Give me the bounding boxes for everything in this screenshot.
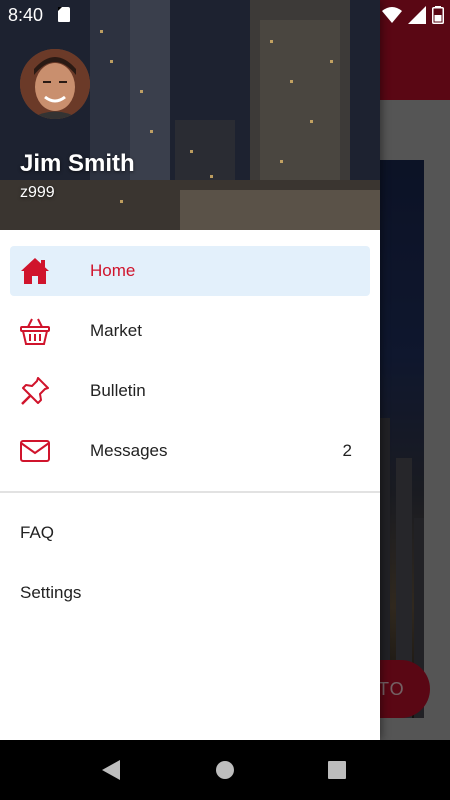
pushpin-icon bbox=[21, 377, 49, 405]
wifi-icon bbox=[382, 7, 402, 23]
messages-count: 2 bbox=[342, 441, 352, 460]
basket-icon bbox=[20, 318, 50, 345]
battery-icon bbox=[432, 6, 444, 24]
drawer-item-label: FAQ bbox=[20, 523, 55, 542]
drawer-item-label: Market bbox=[90, 321, 142, 340]
drawer-item-market[interactable]: Market bbox=[10, 306, 370, 356]
drawer-item-messages[interactable]: Messages 2 bbox=[10, 426, 370, 476]
user-id: z999 bbox=[20, 184, 55, 201]
home-icon bbox=[21, 258, 49, 284]
drawer-header: Jim Smith z999 bbox=[0, 0, 380, 230]
avatar[interactable] bbox=[20, 49, 90, 119]
home-button-icon[interactable] bbox=[215, 760, 235, 780]
sd-card-icon bbox=[58, 7, 70, 22]
signal-icon bbox=[408, 6, 426, 24]
system-navigation-bar bbox=[0, 740, 450, 800]
mail-icon bbox=[20, 440, 50, 462]
back-icon[interactable] bbox=[101, 759, 121, 781]
status-bar: 8:40 bbox=[0, 0, 450, 30]
drawer-item-faq[interactable]: FAQ bbox=[0, 508, 380, 558]
drawer-item-home[interactable]: Home bbox=[10, 246, 370, 296]
recents-icon[interactable] bbox=[328, 761, 346, 779]
status-time: 8:40 bbox=[8, 5, 44, 25]
drawer-item-label: Settings bbox=[20, 583, 82, 602]
drawer-item-label: Home bbox=[90, 261, 136, 280]
profile-photo bbox=[20, 49, 90, 119]
drawer-item-settings[interactable]: Settings bbox=[0, 568, 380, 618]
drawer-divider bbox=[0, 491, 380, 493]
drawer-item-label: Messages bbox=[90, 441, 168, 460]
navigation-drawer: Jim Smith z999 Home Market Bulletin Mess… bbox=[0, 0, 380, 740]
user-name: Jim Smith bbox=[20, 150, 135, 177]
drawer-item-label: Bulletin bbox=[90, 381, 146, 400]
drawer-item-bulletin[interactable]: Bulletin bbox=[10, 366, 370, 416]
